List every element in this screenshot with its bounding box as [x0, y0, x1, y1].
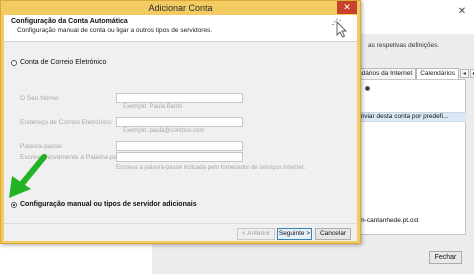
email-account-label: Conta de Correio Eletrónico	[20, 59, 107, 66]
dialog-title: Adicionar Conta	[148, 3, 213, 13]
your-name-hint: Exemplo: Paula Benfo	[123, 104, 183, 110]
background-tab-panel	[354, 79, 466, 235]
dialog-button-bar: < Anterior Seguinte > Cancelar	[4, 223, 357, 241]
cancel-button[interactable]: Cancelar	[315, 228, 351, 240]
background-server-path: cm-cantanhede.pt.ost	[356, 217, 419, 224]
retype-password-input[interactable]	[116, 152, 243, 162]
background-list-row-label: enviar desta conta por predefi...	[357, 113, 449, 120]
back-button[interactable]: < Anterior	[237, 228, 275, 240]
retype-password-hint: Escreva a palavra-passe indicada pelo fo…	[116, 165, 306, 171]
your-name-label: O Seu Nome:	[20, 95, 60, 102]
manual-config-option[interactable]: Configuração manual ou tipos de servidor…	[11, 201, 197, 208]
background-radio[interactable]	[365, 86, 370, 91]
background-description: as respetivas definições.	[368, 42, 440, 49]
add-account-dialog: Adicionar Conta ✕ Configuração da Conta …	[0, 0, 361, 244]
header-title: Configuração da Conta Automática	[11, 18, 128, 25]
dialog-content: Configuração da Conta Automática Configu…	[4, 15, 357, 241]
tab-calendars[interactable]: Calendários	[416, 68, 459, 79]
email-address-input[interactable]	[116, 117, 243, 127]
email-account-radio[interactable]	[11, 59, 17, 66]
manual-config-radio[interactable]	[11, 201, 17, 208]
tab-internet-calendars[interactable]: ndários da Internet	[354, 68, 417, 79]
password-label: Palavra-passe:	[20, 143, 64, 150]
dialog-header: Configuração da Conta Automática Configu…	[4, 15, 357, 42]
tab-scroll-left-icon[interactable]: ◂	[459, 69, 469, 78]
cursor-click-icon	[331, 18, 348, 38]
email-account-option[interactable]: Conta de Correio Eletrónico	[11, 59, 106, 66]
close-button[interactable]: Fechar	[429, 251, 462, 264]
email-address-label: Endereço de Correio Eletrónico:	[20, 119, 113, 126]
dialog-titlebar[interactable]: Adicionar Conta ✕	[1, 1, 360, 15]
email-address-hint: Exemplo: paula@contoso.com	[123, 128, 205, 134]
dialog-close-icon[interactable]: ✕	[337, 1, 357, 14]
header-subtitle: Configuração manual de conta ou ligar a …	[17, 27, 213, 34]
tab-scroll-right-icon[interactable]: ▸	[469, 69, 474, 78]
green-arrow-icon	[9, 154, 47, 198]
password-input[interactable]	[116, 141, 243, 151]
background-tab-strip: ndários da Internet Calendários ◂ ▸	[354, 68, 474, 79]
your-name-input[interactable]	[116, 93, 243, 103]
manual-config-label: Configuração manual ou tipos de servidor…	[20, 201, 197, 208]
next-button[interactable]: Seguinte >	[277, 228, 312, 240]
background-close-icon[interactable]: ✕	[454, 6, 470, 18]
